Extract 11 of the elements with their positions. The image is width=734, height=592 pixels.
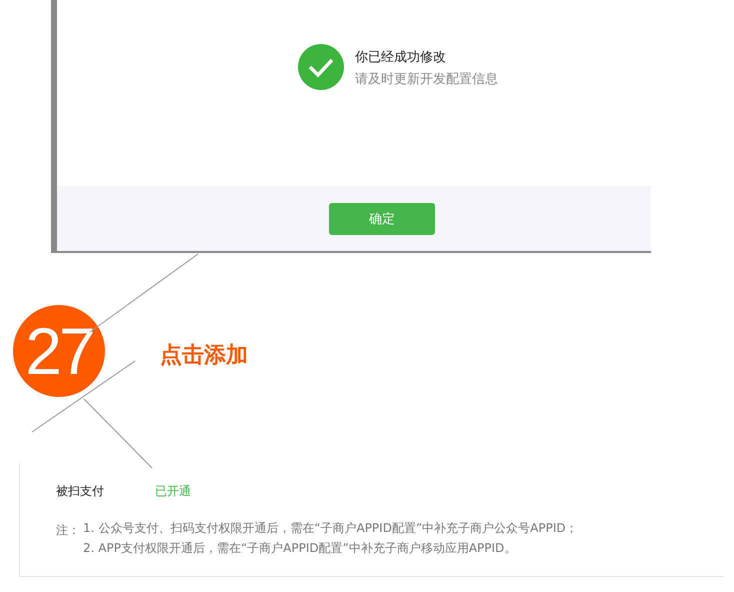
dialog-title: 你已经成功修改 (355, 49, 447, 66)
permission-status: 已开通 (155, 483, 191, 500)
note-text: 2. APP支付权限开通后，需在“子商户APPID配置”中补充子商户移动应用APPID。 (83, 540, 518, 557)
step-instruction: 点击添加 (160, 342, 248, 370)
dialog-message: 请及时更新开发配置信息 (355, 71, 498, 88)
checkmark-icon (298, 44, 344, 90)
note-prefix: 注： (56, 522, 81, 539)
step-number-badge: 27 (13, 305, 105, 397)
note-text: 1. 公众号支付、扫码支付权限开通后，需在“子商户APPID配置”中补充子商户公众号APPID； (83, 520, 578, 537)
confirm-button[interactable]: 确定 (329, 203, 435, 235)
permission-name: 被扫支付 (56, 483, 105, 500)
